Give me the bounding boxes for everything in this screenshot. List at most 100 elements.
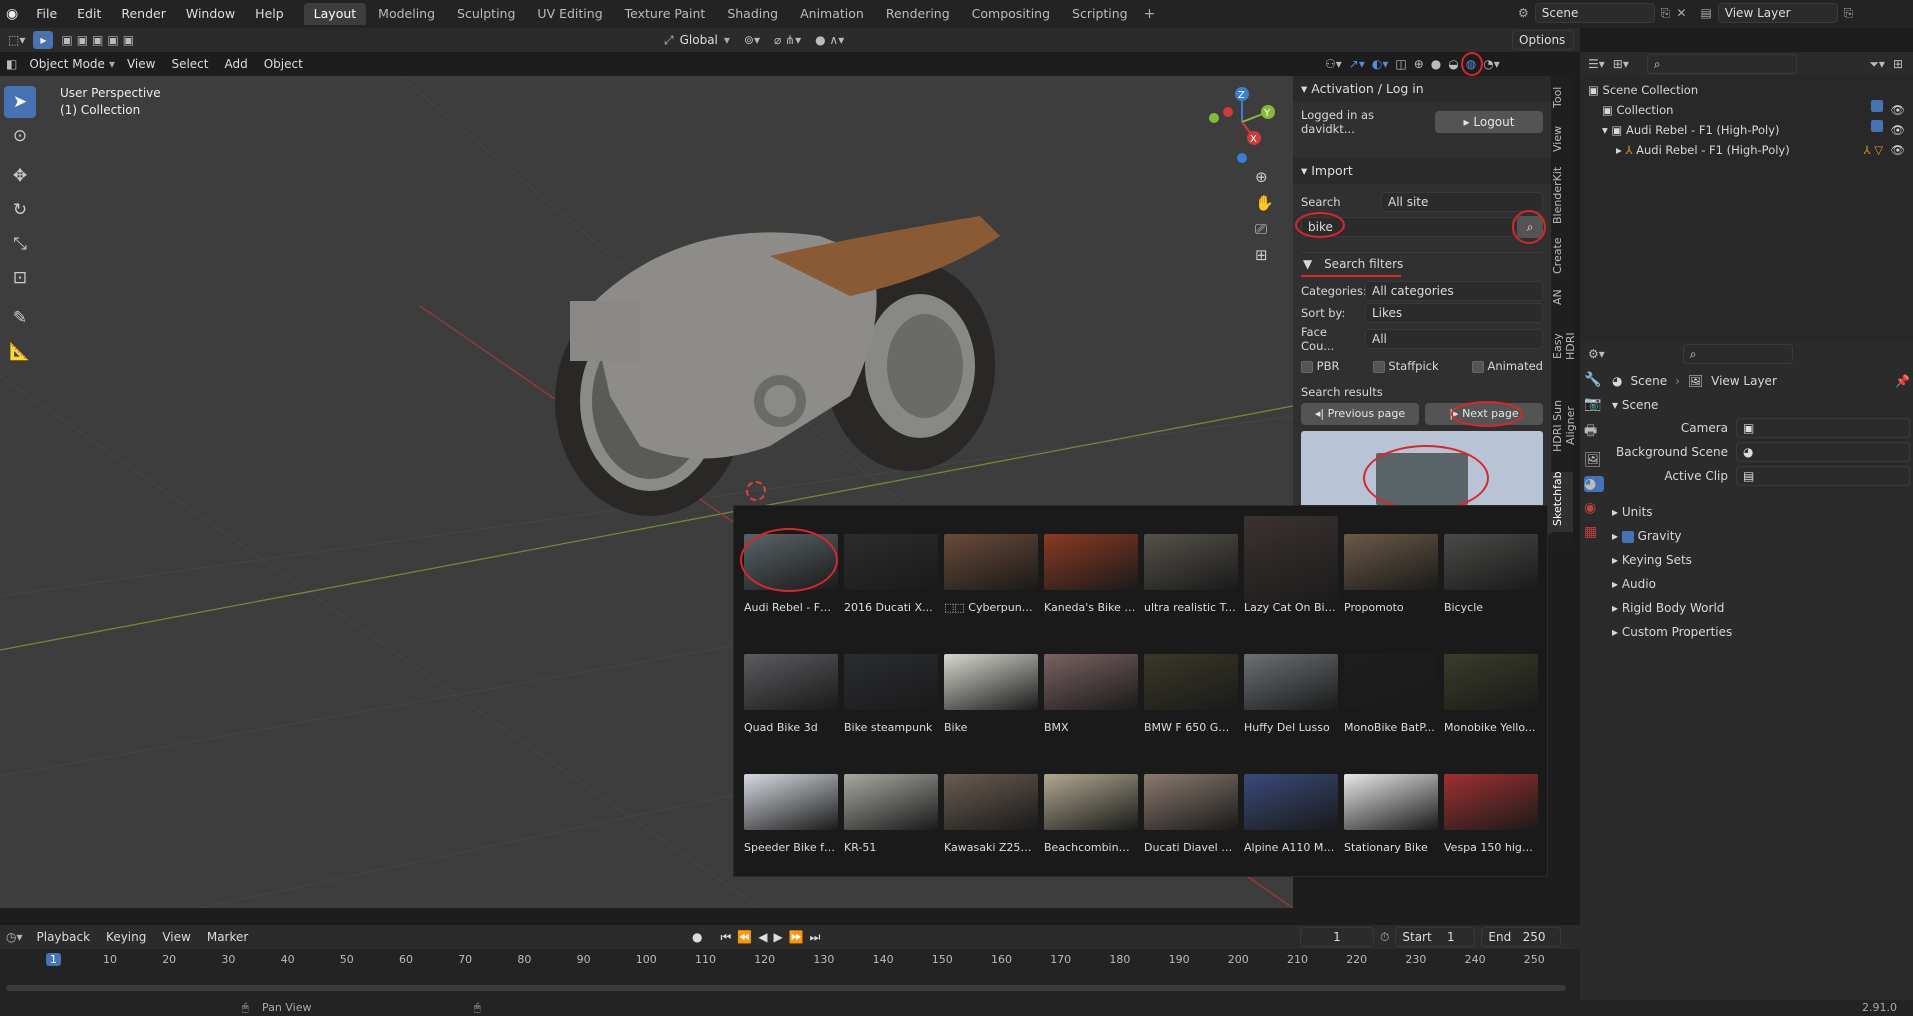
search-icon[interactable]: ⌕ (1512, 210, 1546, 244)
active-clip-field[interactable]: ▤ (1736, 466, 1910, 486)
result-thumbnail[interactable] (1144, 654, 1238, 710)
measure-tool-icon[interactable]: 📐 (4, 336, 36, 368)
viewport-menu-add[interactable]: Add (216, 54, 255, 74)
tab-shading[interactable]: Shading (717, 3, 788, 25)
view-layer-props-icon[interactable]: 🖼 (1584, 452, 1604, 468)
outliner-root[interactable]: ▣ Scene Collection (1588, 80, 1905, 100)
import-section-header[interactable]: ▾ Import (1293, 158, 1551, 184)
staffpick-checkbox[interactable]: Staffpick (1372, 359, 1439, 373)
panel-rigid-body-world[interactable]: ▸ Rigid Body World (1612, 596, 1910, 620)
sidebar-tab-blenderkit[interactable]: BlenderKit (1551, 160, 1573, 230)
result-item[interactable]: Speeder Bike fr... (744, 774, 838, 854)
result-item[interactable]: Propomoto (1344, 534, 1438, 614)
play-icon[interactable]: ▶ (773, 930, 782, 945)
pin-icon[interactable]: 📌 (1895, 374, 1910, 388)
result-item[interactable]: Monobike Yello... (1444, 654, 1538, 734)
sidebar-tab-tool[interactable]: Tool (1551, 76, 1573, 118)
annotate-tool-icon[interactable]: ✎ (4, 302, 36, 334)
result-thumbnail[interactable] (1144, 774, 1238, 830)
view-layer-selector[interactable]: View Layer (1717, 3, 1838, 23)
result-thumbnail[interactable] (1044, 774, 1138, 830)
result-item[interactable]: Quad Bike 3d (744, 654, 838, 734)
scene-props-icon[interactable]: ◕ (1584, 476, 1604, 492)
3d-cursor[interactable] (746, 481, 766, 501)
next-page-button[interactable]: |▸ Next page (1425, 401, 1543, 427)
result-item[interactable]: Beachcombing ... (1044, 774, 1138, 854)
select-box-tool-icon[interactable]: ▸ (33, 31, 54, 49)
background-scene-field[interactable]: ◕ (1736, 442, 1910, 462)
scale-tool-icon[interactable]: ⤡ (4, 228, 36, 260)
timeline-menu-playback[interactable]: Playback (29, 927, 99, 947)
orientation-dropdown[interactable]: Global (680, 33, 718, 47)
result-item[interactable]: BMW F 650 GS ... (1144, 654, 1238, 734)
xray-icon[interactable]: ◫ (1395, 57, 1406, 71)
menu-help[interactable]: Help (245, 6, 294, 21)
panel-units[interactable]: ▸ Units (1612, 500, 1910, 524)
tab-scripting[interactable]: Scripting (1062, 3, 1138, 25)
solid-shading-icon[interactable]: ● (1431, 57, 1441, 71)
properties-editor-icon[interactable]: ⚙▾ (1588, 347, 1605, 361)
result-item[interactable]: Bike (944, 654, 1038, 734)
timeline-menu-marker[interactable]: Marker (199, 927, 256, 947)
result-item[interactable]: Ducati Diavel M... (1144, 774, 1238, 854)
timeline-ruler[interactable]: 1 10 20 30 40 50 60 70 80 90 100 110 120 130 140 150 160… (0, 949, 1580, 969)
previous-page-button[interactable]: ◂| Previous page (1301, 403, 1419, 425)
panel-keying-sets[interactable]: ▸ Keying Sets (1612, 548, 1910, 572)
activation-section-header[interactable]: ▾ Activation / Log in (1293, 76, 1551, 102)
camera-view-icon[interactable]: ⎚ (1255, 220, 1274, 238)
logout-button[interactable]: ▸ Logout (1435, 111, 1543, 133)
perspective-grid-icon[interactable]: ⊞ (1255, 246, 1274, 264)
transform-tool-icon[interactable]: ⊡ (4, 262, 36, 294)
result-item[interactable]: Audi Rebel - F1 ... (740, 528, 838, 614)
result-thumbnail[interactable] (1344, 774, 1438, 830)
play-reverse-icon[interactable]: ◀ (758, 930, 767, 945)
result-thumbnail[interactable] (1444, 534, 1538, 590)
new-view-layer-icon[interactable]: ⎘ (1844, 6, 1854, 21)
pivot-icon[interactable]: ⊚▾ (744, 33, 760, 47)
result-thumbnail[interactable] (844, 534, 938, 590)
tab-uv-editing[interactable]: UV Editing (527, 3, 612, 25)
outliner-object[interactable]: ▾ ▣ Audi Rebel - F1 (High-Poly) 👁 (1588, 120, 1905, 140)
result-thumbnail[interactable] (744, 654, 838, 710)
menu-file[interactable]: File (26, 6, 67, 21)
filters-toggle-icon[interactable]: ▼ (1303, 257, 1312, 271)
sidebar-tab-view[interactable]: View (1551, 118, 1573, 160)
result-thumbnail[interactable] (1444, 654, 1538, 710)
selection-mode-icons[interactable]: ▣▣▣▣▣ (61, 33, 138, 47)
result-thumbnail[interactable] (1244, 654, 1338, 710)
mode-dropdown[interactable]: Object Mode (21, 54, 113, 74)
display-mode-icon[interactable]: ⊞▾ (1613, 57, 1629, 71)
result-thumbnail[interactable] (844, 774, 938, 830)
menu-render[interactable]: Render (111, 6, 176, 21)
sort-dropdown[interactable]: Likes (1365, 303, 1543, 323)
sidebar-tab-sketchfab[interactable]: Sketchfab (1551, 471, 1573, 532)
result-item[interactable]: Stationary Bike (1344, 774, 1438, 854)
navigation-gizmo[interactable]: Z Y X (1202, 86, 1282, 166)
menu-window[interactable]: Window (176, 6, 245, 21)
timeline-scrollbar[interactable] (6, 985, 1566, 991)
filter-icon[interactable]: ⏷▾ (1869, 57, 1885, 72)
result-item[interactable]: Lazy Cat On Bike (1244, 516, 1338, 614)
visibility-icon[interactable]: ⚇▾ (1325, 57, 1342, 71)
zoom-icon[interactable]: ⊕ (1255, 168, 1274, 186)
auto-keying-icon[interactable]: ● (692, 930, 702, 945)
scene-panel-header[interactable]: ▾ Scene (1612, 398, 1910, 412)
cursor-tool-icon[interactable]: ⊙ (4, 120, 36, 152)
sidebar-tab-an[interactable]: AN (1551, 282, 1573, 312)
result-item[interactable]: Huffy Del Lusso (1244, 654, 1338, 734)
world-props-icon[interactable]: ◉ (1584, 500, 1604, 516)
outliner-child[interactable]: ▸ ⅄ Audi Rebel - F1 (High-Poly) ⅄ ▽ 👁 (1588, 140, 1905, 160)
scene-selector[interactable]: Scene (1534, 3, 1655, 23)
new-collection-icon[interactable]: ⊞ (1893, 57, 1903, 71)
material-shading-icon[interactable]: ◒ (1448, 57, 1458, 71)
result-item[interactable]: Vespa 150 high... (1444, 774, 1538, 854)
gravity-checkbox[interactable] (1621, 530, 1634, 543)
result-thumbnail[interactable] (1244, 516, 1338, 608)
end-frame-field[interactable]: End 250 (1481, 927, 1562, 947)
result-thumbnail[interactable] (1344, 654, 1438, 710)
viewport-menu-select[interactable]: Select (163, 54, 216, 74)
texture-props-icon[interactable]: ▦ (1584, 524, 1604, 540)
current-frame-field[interactable]: 1 (1300, 927, 1374, 947)
result-thumbnail[interactable] (1444, 774, 1538, 830)
overlay-toggle-icon[interactable]: ◐▾ (1372, 57, 1389, 71)
